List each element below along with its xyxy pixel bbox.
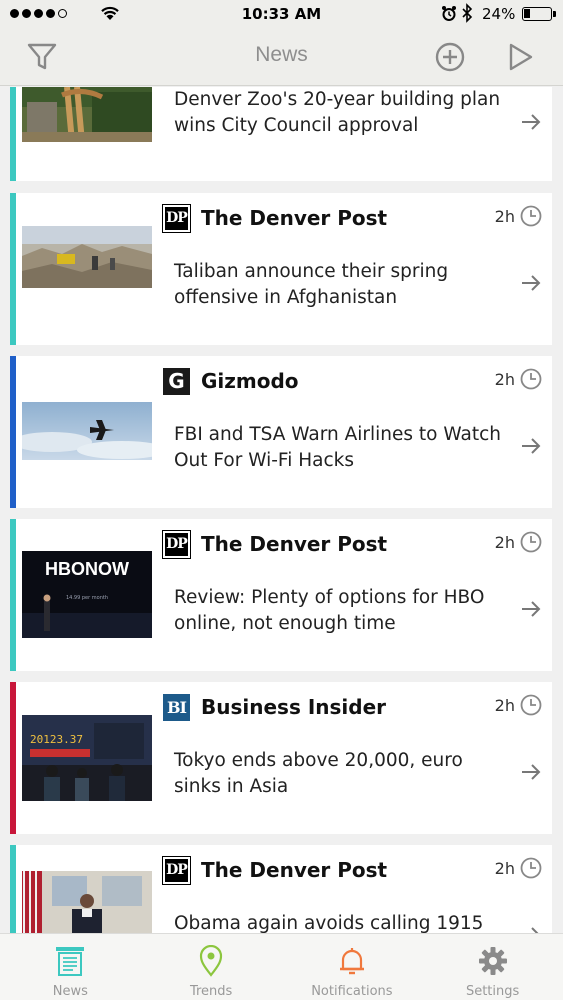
article-thumbnail-hbo: HBONOW 14.99 per month xyxy=(22,551,152,638)
status-bar: 10:33 AM 24% xyxy=(0,0,563,28)
article-thumbnail-giraffe xyxy=(22,87,152,142)
source-color-bar xyxy=(10,87,16,181)
add-button[interactable] xyxy=(432,39,468,75)
play-icon xyxy=(509,43,533,71)
article-headline[interactable]: Obama again avoids calling 1915 xyxy=(174,911,504,933)
tab-trends[interactable]: Trends xyxy=(141,934,282,1000)
source-name: Gizmodo xyxy=(201,369,299,393)
article-source: BI Business Insider xyxy=(163,693,386,721)
article-age: 2h xyxy=(495,531,542,553)
article-thumbnail-obama xyxy=(22,871,152,933)
tab-label: News xyxy=(52,984,88,999)
article-thumbnail-tokyo: 20123.37 xyxy=(22,715,152,801)
alarm-clock-icon xyxy=(442,6,456,21)
denver-post-logo: DP xyxy=(162,855,191,885)
clock-icon xyxy=(520,205,542,227)
age-label: 2h xyxy=(494,532,515,552)
map-pin-icon xyxy=(200,945,223,977)
article-source: DP The Denver Post xyxy=(162,529,388,559)
article-headline[interactable]: Taliban announce their spring offensive … xyxy=(174,259,504,311)
article-headline[interactable]: Denver Zoo's 20-year building plan wins … xyxy=(174,87,504,139)
age-label: 2h xyxy=(494,206,515,226)
article-age: 2h xyxy=(495,857,542,879)
stock-board-text: 20123.37 xyxy=(30,733,83,746)
article-card[interactable]: HBONOW 14.99 per month DP The Denver Pos… xyxy=(10,519,552,671)
source-color-bar xyxy=(10,356,16,508)
article-headline[interactable]: Review: Plenty of options for HBO online… xyxy=(174,585,504,637)
article-card[interactable]: G Gizmodo 2h FBI and TSA Warn Airlines t… xyxy=(10,356,552,508)
tab-label: Trends xyxy=(189,984,233,999)
clock-icon xyxy=(520,694,542,716)
tab-settings[interactable]: Settings xyxy=(422,934,563,1000)
arrow-right-icon[interactable] xyxy=(520,111,542,133)
article-age: 2h xyxy=(495,205,542,227)
battery-percent: 24% xyxy=(482,5,516,23)
status-time: 10:33 AM xyxy=(241,5,322,23)
gizmodo-logo: G xyxy=(163,367,190,395)
arrow-right-icon[interactable] xyxy=(520,272,542,294)
article-age: 2h xyxy=(495,694,542,716)
clock-icon xyxy=(520,857,542,879)
bell-icon xyxy=(339,948,364,975)
clock-icon xyxy=(520,531,542,553)
article-card[interactable]: DP The Denver Post 2h Obama again avoids… xyxy=(10,845,552,933)
hbo-price-text: 14.99 per month xyxy=(66,595,108,601)
plus-circle-icon xyxy=(435,42,465,72)
source-color-bar xyxy=(10,682,16,834)
business-insider-logo: BI xyxy=(163,693,190,721)
source-color-bar xyxy=(10,193,16,345)
source-name: The Denver Post xyxy=(201,532,388,556)
denver-post-logo: DP xyxy=(162,203,191,233)
source-name: Business Insider xyxy=(201,695,386,719)
age-label: 2h xyxy=(494,858,515,878)
article-source: DP The Denver Post xyxy=(162,203,388,233)
article-age: 2h xyxy=(495,368,542,390)
source-color-bar xyxy=(10,845,16,933)
article-source: DP The Denver Post xyxy=(162,855,388,885)
source-name: The Denver Post xyxy=(201,858,388,882)
article-card[interactable]: DP The Denver Post 2h Taliban announce t… xyxy=(10,193,552,345)
tab-label: Notifications xyxy=(311,984,393,999)
article-source: G Gizmodo xyxy=(163,367,299,395)
battery-icon xyxy=(522,7,556,21)
arrow-right-icon[interactable] xyxy=(520,435,542,457)
tab-news[interactable]: News xyxy=(0,934,141,1000)
tab-label: Settings xyxy=(465,984,520,999)
age-label: 2h xyxy=(494,369,515,389)
article-thumbnail-rubble xyxy=(22,226,152,288)
arrow-right-icon[interactable] xyxy=(520,598,542,620)
play-button[interactable] xyxy=(502,39,538,75)
source-color-bar xyxy=(10,519,16,671)
article-headline[interactable]: FBI and TSA Warn Airlines to Watch Out F… xyxy=(174,422,504,474)
article-card[interactable]: Denver Zoo's 20-year building plan wins … xyxy=(10,87,552,181)
clock-icon xyxy=(520,368,542,390)
tab-notifications[interactable]: Notifications xyxy=(282,934,423,1000)
page-title: News xyxy=(255,43,308,66)
arrow-right-icon[interactable] xyxy=(520,761,542,783)
age-label: 2h xyxy=(494,695,515,715)
news-feed[interactable]: Denver Zoo's 20-year building plan wins … xyxy=(0,87,563,933)
article-card[interactable]: 20123.37 BI Business Insider 2h Tokyo en… xyxy=(10,682,552,834)
article-thumbnail-plane xyxy=(22,402,152,460)
gear-icon xyxy=(478,947,507,975)
newspaper-icon xyxy=(56,947,85,976)
nav-bar: News xyxy=(0,28,563,86)
tab-bar: News Trends Notifications Settings xyxy=(0,933,563,1000)
bluetooth-icon xyxy=(462,3,473,23)
denver-post-logo: DP xyxy=(162,529,191,559)
source-name: The Denver Post xyxy=(201,206,388,230)
hbo-now-logo: HBONOW xyxy=(45,559,129,579)
arrow-right-icon[interactable] xyxy=(520,924,542,933)
article-headline[interactable]: Tokyo ends above 20,000, euro sinks in A… xyxy=(174,748,504,800)
